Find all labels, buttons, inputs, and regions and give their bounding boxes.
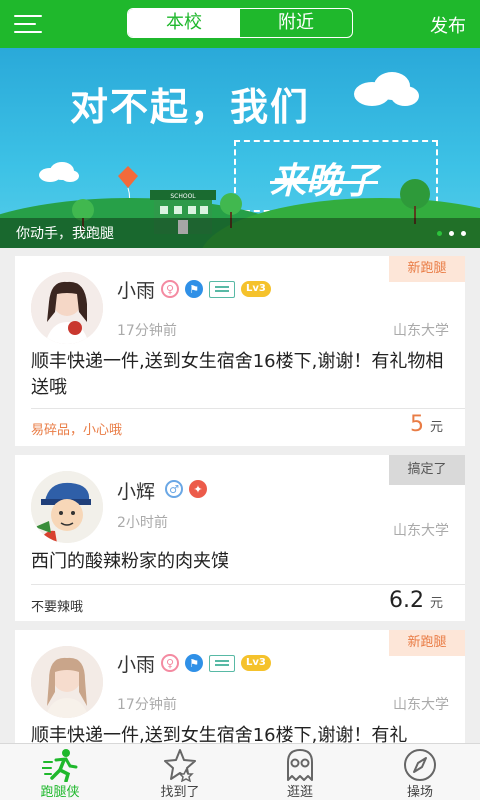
post-time: 17分钟前: [117, 323, 177, 339]
avatar[interactable]: [31, 646, 103, 718]
page-dot-1[interactable]: [437, 231, 442, 236]
school-sign: SCHOOL: [170, 193, 196, 200]
top-bar: 本校 附近 发布: [0, 0, 480, 48]
star-icon: [164, 749, 196, 782]
nav-errand[interactable]: 跑腿侠: [0, 744, 120, 800]
publish-button[interactable]: 发布: [430, 12, 466, 38]
flag-icon: ⚑: [185, 654, 203, 672]
banner-title: 对不起，我们: [70, 85, 311, 129]
bottom-nav: 跑腿侠 找到了 逛逛 操场: [0, 743, 480, 800]
divider: [31, 408, 465, 409]
banner-pagination[interactable]: [437, 231, 466, 236]
male-icon: ♂: [165, 480, 183, 498]
runner-icon: [42, 749, 78, 782]
level-badge: Lv3: [241, 655, 271, 671]
user-name: 小雨: [117, 280, 156, 302]
cloud-icon: [354, 72, 419, 106]
status-tag-new: 新跑腿: [389, 630, 465, 656]
errand-note: 易碎品，小心哦: [31, 423, 123, 438]
school-name: 山东大学: [393, 323, 449, 339]
banner-caption: 你动手，我跑腿: [16, 226, 114, 242]
errand-note: 不要辣哦: [31, 600, 84, 615]
female-icon: ♀: [161, 280, 179, 298]
flag-icon: ⚑: [185, 280, 203, 298]
errand-card[interactable]: 新跑腿 小雨 ♀ ⚑ Lv3 17分钟前 山东大学 顺丰快递一件,送到女生宿舍1…: [15, 256, 465, 446]
price-unit: 元: [429, 420, 443, 435]
page-dot-3[interactable]: [461, 231, 466, 236]
campus-segment-control: 本校 附近: [127, 8, 353, 38]
compass-icon: [404, 749, 436, 781]
post-time: 2小时前: [117, 515, 168, 531]
errand-content: 顺丰快递一件,送到女生宿舍16楼下,谢谢！有礼: [31, 725, 408, 743]
user-name: 小雨: [117, 654, 156, 676]
price-value: 5: [409, 412, 424, 437]
status-tag-done: 搞定了: [389, 455, 465, 485]
school-name: 山东大学: [393, 697, 449, 713]
reward-price: 6.2 元: [389, 588, 443, 613]
avatar[interactable]: [31, 471, 103, 543]
level-badge: Lv3: [241, 281, 271, 297]
promo-banner[interactable]: 对不起，我们 来晚了 SCHOOL 你动手，我跑腿: [0, 48, 480, 248]
tab-this-school[interactable]: 本校: [128, 9, 240, 37]
cloud-icon: [39, 162, 79, 182]
user-badges: ♀ ⚑ Lv3: [161, 654, 271, 672]
reward-price: 5元: [410, 412, 443, 437]
divider: [31, 584, 465, 585]
id-card-icon: [209, 280, 235, 298]
avatar[interactable]: [31, 272, 103, 344]
nav-found[interactable]: 找到了: [120, 744, 240, 800]
tab-nearby[interactable]: 附近: [240, 9, 352, 37]
price-value: 6.2: [388, 588, 424, 613]
nav-label: 找到了: [160, 785, 200, 800]
page-dot-2[interactable]: [449, 231, 454, 236]
id-card-icon: [209, 654, 235, 672]
post-time: 17分钟前: [117, 697, 177, 713]
menu-icon[interactable]: [14, 13, 44, 35]
nav-label: 逛逛: [286, 785, 313, 800]
errand-card[interactable]: 新跑腿 小雨 ♀ ⚑ Lv3 17分钟前 山东大学 顺丰快递一件,送到女生宿舍1…: [15, 630, 465, 743]
banner-caption-bar: 你动手，我跑腿: [0, 218, 480, 248]
user-badges: ♂ ✦: [165, 480, 207, 498]
ghost-icon: [287, 749, 313, 781]
user-badges: ♀ ⚑ Lv3: [161, 280, 271, 298]
errand-card[interactable]: 搞定了 小辉 ♂ ✦ 2小时前 山东大学 西门的酸辣粉家的肉夹馍 不要辣哦 6.…: [15, 455, 465, 621]
errand-content: 西门的酸辣粉家的肉夹馍: [31, 551, 229, 572]
nav-label: 跑腿侠: [40, 785, 80, 800]
user-name: 小辉: [117, 481, 156, 503]
errand-content: 顺丰快递一件,送到女生宿舍16楼下,谢谢！有礼物相送哦: [31, 351, 444, 398]
nav-label: 操场: [406, 785, 433, 800]
female-icon: ♀: [161, 654, 179, 672]
price-unit: 元: [429, 596, 443, 611]
nav-playground[interactable]: 操场: [360, 744, 480, 800]
school-name: 山东大学: [393, 523, 449, 539]
banner-boxed-text: 来晚了: [270, 161, 379, 202]
fire-icon: ✦: [189, 480, 207, 498]
status-tag-new: 新跑腿: [389, 256, 465, 282]
nav-browse[interactable]: 逛逛: [240, 744, 360, 800]
